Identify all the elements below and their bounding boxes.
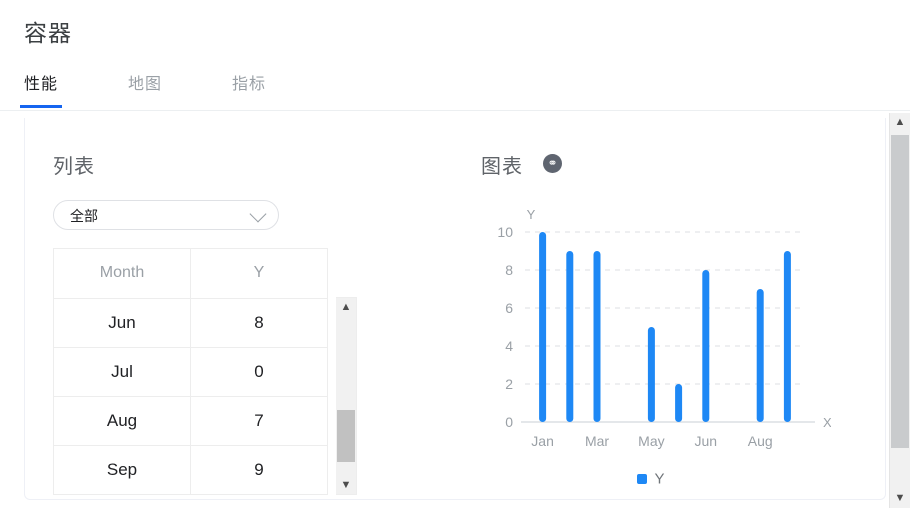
table-body: Jun 8 Jul 0 Aug 7 Sep 9 [54,298,327,494]
bar-chart: Y 0 2 4 6 8 10 X Jan Mar May Jun Aug [471,200,831,485]
svg-text:10: 10 [497,224,513,240]
page-scrollbar[interactable]: ▲ ▼ [889,113,910,508]
svg-text:Aug: Aug [748,433,773,449]
svg-text:Jun: Jun [695,433,718,449]
table-row[interactable]: Jul 0 [54,347,327,396]
svg-text:8: 8 [505,262,513,278]
tab-bar: 性能 地图 指标 [20,70,890,110]
page-scrollbar-thumb[interactable] [891,135,909,448]
cell-y: 0 [191,347,328,396]
legend-label-y: Y [654,471,664,488]
cell-month: Sep [54,445,191,494]
cell-y: 7 [191,396,328,445]
chevron-down-icon[interactable]: ▼ [890,489,910,508]
content-card: 列表 全部 Month Y Jun 8 J [24,118,886,500]
tab-performance[interactable]: 性能 [20,70,62,108]
filter-select[interactable]: 全部 [53,200,279,230]
chart-section-title: 图表 [481,150,523,179]
cell-month: Jul [54,347,191,396]
table-head: Month Y [54,249,327,298]
table-scrollbar[interactable]: ▲ ▼ [336,297,357,495]
table-row[interactable]: Aug 7 [54,396,327,445]
page-title: 容器 [24,14,72,48]
table-header-row: Month Y [54,249,327,298]
cell-y: 9 [191,445,328,494]
svg-text:X: X [823,415,831,430]
tabbar-divider [0,110,890,111]
chevron-up-icon[interactable]: ▲ [890,113,910,132]
chart-legend: Y [471,470,831,488]
list-section-title: 列表 [53,150,95,179]
link-icon[interactable]: ⚭ [543,154,562,173]
data-table: Month Y Jun 8 Jul 0 Aug 7 [53,248,328,495]
cell-y: 8 [191,298,328,347]
scrollbar-top-divider [889,110,910,111]
svg-text:6: 6 [505,300,513,316]
table-row[interactable]: Sep 9 [54,445,327,494]
svg-text:0: 0 [505,414,513,430]
month-y-table: Month Y Jun 8 Jul 0 Aug 7 [54,249,327,495]
cell-month: Aug [54,396,191,445]
table-row[interactable]: Jun 8 [54,298,327,347]
tab-map[interactable]: 地图 [124,70,166,108]
svg-text:May: May [638,433,664,449]
legend-swatch-y [637,474,647,484]
column-header-month[interactable]: Month [54,249,191,298]
chart-canvas: Y 0 2 4 6 8 10 X Jan Mar May Jun Aug [471,200,831,485]
tab-metrics[interactable]: 指标 [228,70,270,108]
svg-text:Y: Y [527,207,536,222]
svg-text:4: 4 [505,338,513,354]
svg-text:Mar: Mar [585,433,609,449]
column-header-y[interactable]: Y [191,249,328,298]
svg-text:Jan: Jan [531,433,554,449]
chevron-down-icon[interactable]: ▼ [336,476,356,494]
table-scrollbar-thumb[interactable] [337,410,355,462]
filter-select-value: 全部 [70,206,98,226]
svg-text:2: 2 [505,376,513,392]
app-root: 容器 性能 地图 指标 列表 全部 Month Y Ju [0,0,910,508]
chevron-up-icon[interactable]: ▲ [336,298,356,316]
chevron-down-icon [250,206,267,223]
cell-month: Jun [54,298,191,347]
